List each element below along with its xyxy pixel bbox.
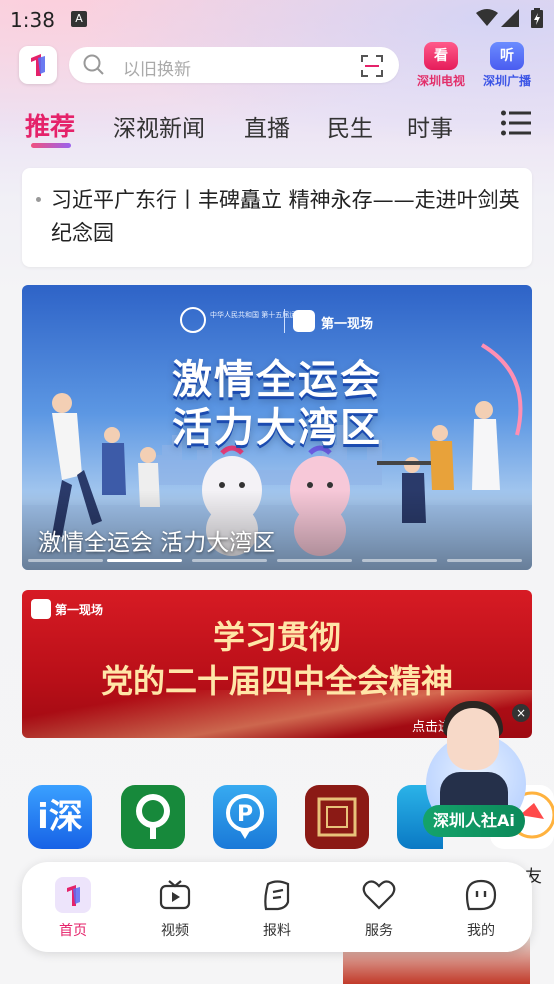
tree-icon[interactable] <box>121 785 185 849</box>
heart-icon <box>362 880 396 910</box>
headline-card[interactable]: 习近平广东行丨丰碑矗立 精神永存——走进叶剑英纪念园 <box>22 168 532 267</box>
nav-service-label: 服务 <box>365 923 393 939</box>
tab-livelihood[interactable]: 民生 <box>327 109 373 143</box>
status-bar: 1:38 A <box>0 0 554 38</box>
bottom-navigation: 首页 视频 报料 服务 我的 <box>22 862 532 952</box>
scan-icon[interactable] <box>361 55 383 77</box>
wifi-icon <box>476 9 498 26</box>
channel-tabs: 推荐 深视新闻 直播 民生 时事 <box>0 105 554 148</box>
seal-glyph-icon <box>317 797 357 837</box>
search-placeholder: 以旧换新 <box>123 60 191 80</box>
tv-label: 深圳电视 <box>416 74 465 88</box>
carousel-dot[interactable] <box>192 559 267 562</box>
profile-icon <box>465 879 497 911</box>
banner-title-line2: 活力大湾区 <box>172 405 382 451</box>
nav-video[interactable]: 视频 <box>135 876 215 940</box>
banner-caption: 激情全运会 活力大湾区 <box>38 530 276 556</box>
bullet-dot <box>36 197 41 202</box>
shenzhen-radio-button[interactable]: 听 深圳广播 <box>481 42 533 89</box>
nav-profile-label: 我的 <box>467 923 495 939</box>
radio-icon: 听 <box>490 42 524 70</box>
nav-report[interactable]: 报料 <box>237 876 317 940</box>
shenzhen-social-security-icon[interactable]: i深 <box>28 785 92 849</box>
ai-avatar-face <box>447 708 499 770</box>
status-time: 1:38 <box>10 8 55 32</box>
search-bar[interactable]: 以旧换新 <box>69 47 399 83</box>
svg-text:P: P <box>237 802 253 827</box>
close-icon[interactable]: × <box>512 704 530 722</box>
banner-brand: 第一现场 <box>321 317 374 332</box>
brand-logo-icon <box>293 310 315 332</box>
banner-divider <box>284 309 285 333</box>
radio-label: 深圳广播 <box>482 74 531 88</box>
nav-video-label: 视频 <box>161 923 189 939</box>
app-logo-icon <box>31 54 45 76</box>
carousel-dot[interactable] <box>447 559 522 562</box>
headline-text: 习近平广东行丨丰碑矗立 精神永存——走进叶剑英纪念园 <box>51 188 520 245</box>
search-icon <box>83 54 104 75</box>
seal-icon[interactable] <box>305 785 369 849</box>
app-logo[interactable] <box>19 46 57 84</box>
parking-icon[interactable]: P <box>213 785 277 849</box>
channel-menu-icon[interactable] <box>501 110 531 136</box>
carousel-dot-active[interactable] <box>107 559 182 562</box>
national-games-logo <box>180 307 206 333</box>
carousel-dot[interactable] <box>277 559 352 562</box>
signal-icon <box>501 9 519 27</box>
nav-profile[interactable]: 我的 <box>441 876 521 940</box>
tree-glyph-icon <box>136 794 170 839</box>
nav-service[interactable]: 服务 <box>339 876 419 940</box>
video-icon <box>159 880 191 910</box>
promo-title-line2: 党的二十届四中全会精神 <box>100 662 453 700</box>
tab-recommend[interactable]: 推荐 <box>25 107 75 143</box>
battery-icon <box>531 8 543 28</box>
tab-live[interactable]: 直播 <box>244 109 290 143</box>
carousel-indicator <box>22 559 532 562</box>
active-tab-indicator <box>31 143 71 148</box>
tv-icon: 看 <box>424 42 458 70</box>
home-logo-icon <box>55 877 91 913</box>
parking-glyph-icon: P <box>226 794 264 839</box>
shenzhen-tv-button[interactable]: 看 深圳电视 <box>415 42 467 89</box>
carousel-dot[interactable] <box>28 559 103 562</box>
ai-assistant-label[interactable]: 深圳人社Ai <box>423 805 525 837</box>
nav-home-label: 首页 <box>59 923 87 939</box>
carousel-banner[interactable]: 中华人民共和国 第十五届运动会 第一现场 激情全运会 活力大湾区 激情全运会 活… <box>22 285 532 570</box>
report-icon <box>264 880 290 911</box>
nav-report-label: 报料 <box>263 923 291 939</box>
carousel-dot[interactable] <box>362 559 437 562</box>
tab-shenshi-news[interactable]: 深视新闻 <box>113 109 205 143</box>
notification-a-icon: A <box>71 11 87 27</box>
promo-title-line1: 学习贯彻 <box>212 618 341 656</box>
nav-home[interactable]: 首页 <box>33 876 113 940</box>
tab-current-affairs[interactable]: 时事 <box>407 109 453 143</box>
